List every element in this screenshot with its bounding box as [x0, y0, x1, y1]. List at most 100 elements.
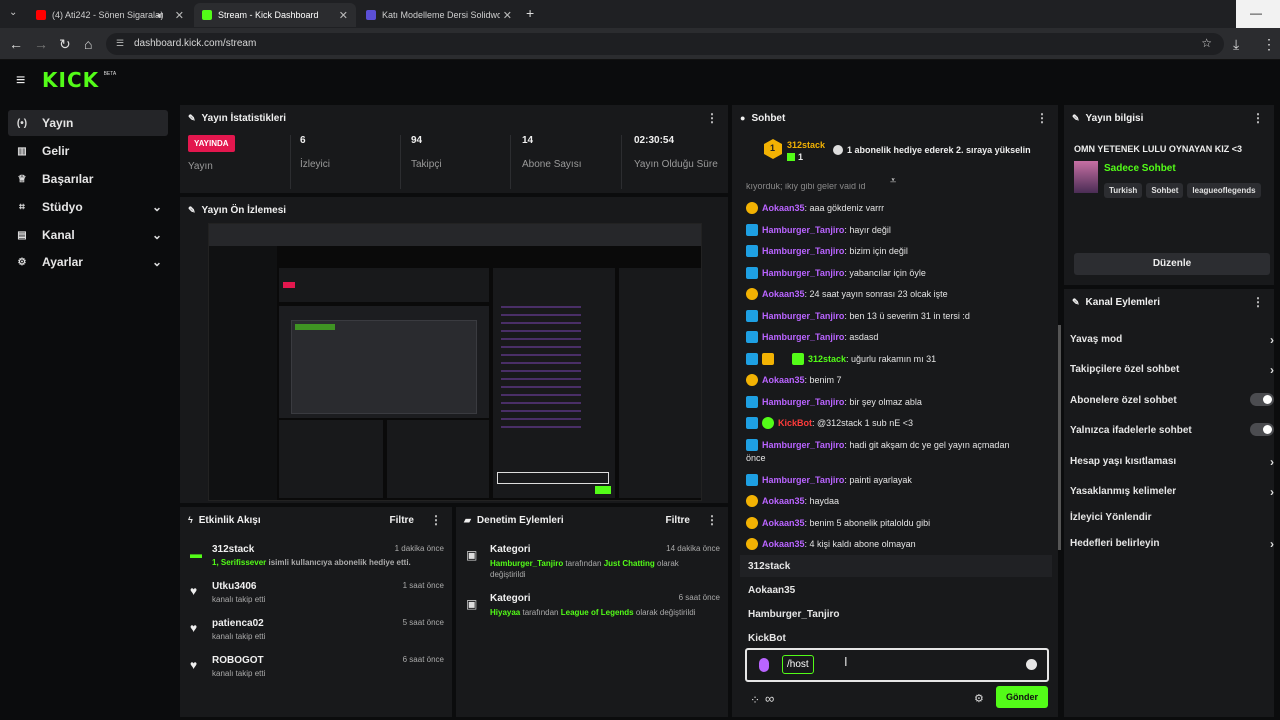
browser-menu-icon[interactable]: ⋮	[1262, 36, 1276, 52]
emotes-only-toggle[interactable]	[1250, 423, 1274, 436]
chat-username[interactable]: Hamburger_Tanjiro	[762, 475, 844, 485]
mention-suggestion[interactable]: 312stack	[748, 561, 790, 572]
kebab-menu-icon[interactable]: ⋮	[1252, 111, 1264, 125]
chat-username[interactable]: Hamburger_Tanjiro	[762, 268, 844, 278]
mod-category[interactable]: League of Legends	[561, 608, 634, 617]
tab-list-icon[interactable]: ⌄	[9, 7, 17, 18]
kebab-menu-icon[interactable]: ⋮	[430, 513, 442, 527]
moderator-badge-icon	[746, 417, 758, 429]
sidebar-item-studyo[interactable]: ⌗ Stüdyo ⌄	[8, 194, 168, 220]
event-desc-user[interactable]: 1, Serifissever	[212, 558, 266, 567]
minimize-icon[interactable]: —	[1250, 6, 1262, 20]
filter-button[interactable]: Filtre	[666, 515, 690, 526]
tag[interactable]: Turkish	[1104, 183, 1143, 198]
chat-username[interactable]: Hamburger_Tanjiro	[762, 246, 844, 256]
browser-tab-kick[interactable]: Stream - Kick Dashboard ✕	[194, 3, 356, 27]
close-tab-icon[interactable]: ✕	[175, 9, 184, 22]
send-button[interactable]: Gönder	[996, 686, 1048, 708]
action-set-goals[interactable]: Hedefleri belirleyin ›	[1070, 537, 1274, 551]
tag[interactable]: leagueoflegends	[1187, 183, 1261, 198]
chat-username[interactable]: Aokaan35	[762, 289, 805, 299]
mod-user[interactable]: Hamburger_Tanjiro	[490, 559, 563, 568]
event-user[interactable]: 312stack	[212, 544, 254, 555]
event-user[interactable]: ROBOGOT	[212, 655, 264, 666]
close-tab-icon[interactable]: ✕	[339, 9, 348, 22]
address-input[interactable]: ☰ dashboard.kick.com/stream ☆	[106, 33, 1224, 55]
emoji-icon[interactable]	[1026, 659, 1037, 670]
back-icon[interactable]: ←	[9, 36, 23, 52]
chat-username[interactable]: KickBot	[778, 418, 812, 428]
sidebar-item-gelir[interactable]: ▥ Gelir	[8, 138, 168, 164]
mention-suggestion[interactable]: Aokaan35	[748, 585, 795, 596]
wrench-icon: ✎	[188, 204, 196, 215]
chat-username[interactable]: Aokaan35	[762, 496, 805, 506]
command-chip[interactable]: /host	[782, 655, 814, 674]
action-viewer-redirect[interactable]: İzleyici Yönlendir	[1070, 512, 1274, 523]
category-name[interactable]: Sadece Sohbet	[1104, 163, 1176, 174]
mod-category[interactable]: Just Chatting	[604, 559, 655, 568]
hamburger-menu-icon[interactable]: ≡	[16, 72, 25, 90]
sidebar-item-basarilar[interactable]: ♕ Başarılar	[8, 166, 168, 192]
stream-title: OMN YETENEK LULU OYNAYAN KIZ <3	[1074, 144, 1242, 154]
sidebar-item-label: Kanal	[42, 228, 75, 242]
divider	[400, 135, 401, 189]
edit-button[interactable]: Düzenle	[1074, 253, 1270, 275]
kebab-menu-icon[interactable]: ⋮	[1036, 111, 1048, 125]
event-user[interactable]: patienca02	[212, 618, 264, 629]
microphone-icon[interactable]	[759, 658, 769, 672]
preview-browser-bar	[209, 224, 701, 246]
mention-suggestion[interactable]: KickBot	[748, 633, 786, 644]
infinity-icon[interactable]: ∞	[765, 691, 774, 706]
chat-settings-icon[interactable]: ⚙	[974, 692, 984, 705]
chevron-down-icon: ⌄	[151, 200, 162, 214]
emote-menu-icon[interactable]: ⁘	[750, 693, 760, 707]
gift-icon	[787, 153, 795, 161]
chat-username[interactable]: Aokaan35	[762, 203, 805, 213]
mention-suggestion[interactable]: Hamburger_Tanjiro	[748, 609, 840, 620]
reload-icon[interactable]: ↻	[59, 36, 71, 52]
mod-label: Kategori	[490, 593, 531, 604]
subscribers-only-toggle[interactable]	[1250, 393, 1274, 406]
mod-user[interactable]: Hiyayaa	[490, 608, 520, 617]
chat-username[interactable]: Hamburger_Tanjiro	[762, 397, 844, 407]
chat-username[interactable]: Aokaan35	[762, 518, 805, 528]
close-tab-icon[interactable]: ✕	[503, 9, 512, 22]
chat-scrollbar[interactable]	[1058, 325, 1061, 550]
event-desc-text: isimli kullanıcıya abonelik hediye etti.	[266, 558, 411, 567]
browser-tab-youtube[interactable]: (4) Ati242 - Sönen Sigaralar ◂) ✕	[28, 3, 192, 27]
chat-username[interactable]: Hamburger_Tanjiro	[762, 440, 844, 450]
tag[interactable]: Sohbet	[1146, 183, 1184, 198]
home-icon[interactable]: ⌂	[84, 36, 92, 52]
kebab-menu-icon[interactable]: ⋮	[1252, 295, 1264, 309]
sidebar-item-kanal[interactable]: ▤ Kanal ⌄	[8, 222, 168, 248]
chat-username[interactable]: 312stack	[808, 354, 846, 364]
speaker-icon[interactable]: ◂)	[156, 10, 164, 21]
kick-logo[interactable]: KICK BETA	[42, 68, 116, 92]
preview-mod	[387, 420, 489, 498]
filter-button[interactable]: Filtre	[390, 515, 414, 526]
stream-stats-panel: ✎ Yayın İstatistikleri ⋮ YAYINDA Yayın 6…	[180, 105, 728, 193]
sidebar-item-yayin[interactable]: (•) Yayın	[8, 110, 168, 136]
chat-username[interactable]: Hamburger_Tanjiro	[762, 225, 844, 235]
sidebar-item-ayarlar[interactable]: ⚙ Ayarlar ⌄	[8, 249, 168, 275]
chat-username[interactable]: Hamburger_Tanjiro	[762, 332, 844, 342]
chat-username[interactable]: Aokaan35	[762, 375, 805, 385]
action-account-age[interactable]: Hesap yaşı kısıtlaması ›	[1070, 455, 1274, 469]
action-slow-mode[interactable]: Yavaş mod ›	[1070, 333, 1274, 347]
download-icon[interactable]: ⤓	[1233, 36, 1239, 52]
preview-video[interactable]	[208, 223, 702, 501]
kebab-menu-icon[interactable]: ⋮	[706, 111, 718, 125]
chat-username[interactable]: Hamburger_Tanjiro	[762, 311, 844, 321]
pinned-user[interactable]: 312stack	[787, 140, 825, 150]
kebab-menu-icon[interactable]: ⋮	[706, 513, 718, 527]
action-banned-words[interactable]: Yasaklanmış kelimeler ›	[1070, 485, 1274, 499]
chat-username[interactable]: Aokaan35	[762, 539, 805, 549]
new-tab-icon[interactable]: +	[526, 5, 534, 21]
site-info-icon[interactable]: ☰	[116, 38, 124, 49]
action-followers-only[interactable]: Takipçilere özel sohbet ›	[1070, 363, 1274, 377]
event-user[interactable]: Utku3406	[212, 581, 256, 592]
bookmark-star-icon[interactable]: ☆	[1201, 36, 1212, 50]
chat-input[interactable]: /host I	[745, 648, 1049, 682]
forward-icon[interactable]: →	[34, 36, 48, 52]
browser-tab-solidworks[interactable]: Katı Modelleme Dersi Solidworks ✕	[358, 3, 520, 27]
